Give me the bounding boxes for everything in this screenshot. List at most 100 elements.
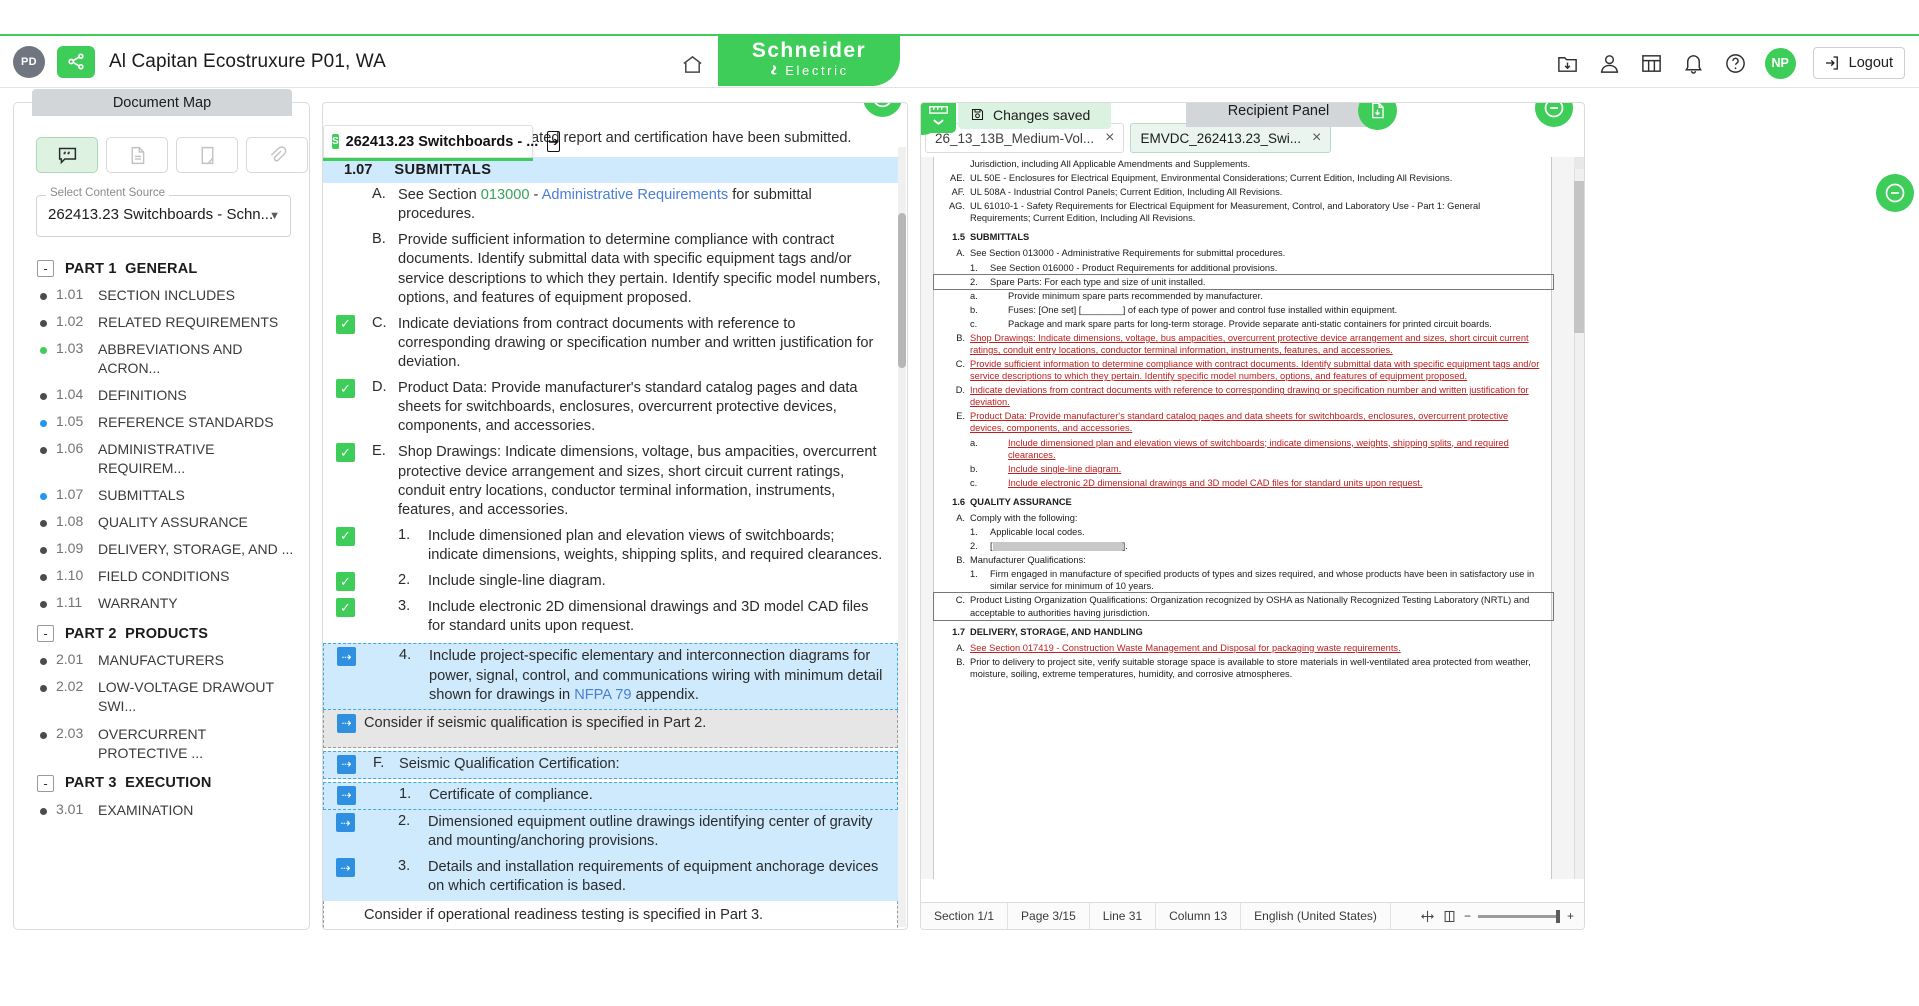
collapse-all-button[interactable] (1876, 174, 1914, 212)
donor-item2-0[interactable]: ⇢ F. Seismic Qualification Certification: (323, 750, 898, 779)
chevron-down-icon[interactable]: ▼ (269, 210, 280, 222)
transfer-icon[interactable]: ⇢ (337, 647, 356, 667)
recipient-line-7[interactable]: 2. Spare Parts: For each type and size of… (933, 273, 1554, 290)
sidebar-item-2-01[interactable]: 2.01 MANUFACTURERS (40, 648, 298, 673)
recipient-line-13[interactable]: D. Indicate deviations from contract docu… (934, 383, 1553, 409)
donor-item2-3[interactable]: ⇢ 3. Details and installation requirements… (323, 855, 898, 901)
transfer-icon[interactable]: ⇢ (337, 785, 356, 805)
close-icon[interactable]: × (1105, 130, 1114, 146)
recipient-panel-tab[interactable]: Recipient Panel (1186, 103, 1371, 127)
recipient-tab-1[interactable]: EMVDC_262413.23_Swi... × (1130, 123, 1332, 153)
collapse-toggle-icon[interactable]: - (37, 260, 54, 277)
recipient-line-19[interactable]: A. Comply with the following: (934, 511, 1553, 525)
recipient-line-17[interactable]: c. Include electronic 2D dimensional draw… (934, 476, 1553, 490)
download-folder-icon[interactable] (1555, 51, 1580, 76)
recipient-line-2[interactable]: AF. UL 508A - Industrial Control Panels; … (934, 185, 1553, 199)
fit-page-icon[interactable] (1420, 909, 1435, 924)
recipient-line-18[interactable]: 1.6 QUALITY ASSURANCE (934, 495, 1553, 509)
sidebar-item-1-01[interactable]: 1.01 SECTION INCLUDES (40, 283, 298, 308)
home-icon[interactable] (678, 50, 706, 78)
accepted-check-icon[interactable]: ✓ (336, 314, 355, 334)
transfer-arrow-icon[interactable]: ➔ (547, 131, 561, 152)
comment-icon[interactable] (36, 137, 98, 173)
tree-part-part-2[interactable]: - PART 2 PRODUCTS (37, 625, 298, 643)
recipient-line-1[interactable]: AE. UL 50E - Enclosures for Electrical Eq… (934, 171, 1553, 185)
recipient-line-24[interactable]: C. Product Listing Organization Qualifica… (933, 592, 1554, 621)
tab-document-map[interactable]: Document Map (32, 89, 292, 116)
transfer-icon[interactable]: ⇢ (336, 813, 355, 833)
accepted-check-icon[interactable]: ✓ (336, 526, 355, 546)
donor-item-6[interactable]: ✓ 2. Include single-line diagram. (323, 569, 898, 595)
donor-document-chip[interactable]: S 262413.23 Switchboards - ... ➔ (323, 125, 561, 158)
collapse-donor-button[interactable] (863, 103, 902, 117)
recipient-line-27[interactable]: B. Prior to delivery to project site, ver… (934, 655, 1553, 681)
collapse-toggle-icon[interactable]: - (37, 625, 54, 643)
donor-item-0[interactable]: A. See Section 013000 - Administrative Re… (323, 183, 898, 228)
recipient-document-view[interactable]: Jurisdiction, including All Applicable A… (921, 157, 1584, 879)
recipient-ruler-button[interactable] (921, 103, 956, 133)
accepted-check-icon[interactable]: ✓ (336, 379, 355, 399)
recipient-line-21[interactable]: 2. []. (934, 539, 1553, 553)
bell-icon[interactable] (1681, 51, 1706, 76)
project-network-icon[interactable] (57, 45, 95, 78)
requirements-link[interactable]: Administrative Requirements (542, 187, 729, 203)
recipient-page[interactable]: Jurisdiction, including All Applicable A… (933, 157, 1554, 879)
recipient-line-14[interactable]: E. Product Data: Provide manufacturer's s… (934, 409, 1553, 435)
donor-item-8[interactable]: ⇢ 4. Include project-specific elementary a… (323, 643, 898, 710)
recipient-scrollbar-thumb[interactable] (1574, 181, 1584, 333)
zoom-slider[interactable] (1477, 909, 1560, 923)
close-icon[interactable]: × (1312, 130, 1321, 146)
sidebar-item-1-10[interactable]: 1.10 FIELD CONDITIONS (40, 564, 298, 589)
recipient-line-25[interactable]: 1.7 DELIVERY, STORAGE, AND HANDLING (934, 625, 1553, 639)
sidebar-item-2-03[interactable]: 2.03 OVERCURRENT PROTECTIVE ... (40, 722, 298, 766)
tree-part-part-3[interactable]: - PART 3 EXECUTION (37, 774, 298, 792)
donor-item-4[interactable]: ✓ E. Shop Drawings: Indicate dimensions, v… (323, 440, 898, 523)
recipient-line-6[interactable]: 1. See Section 016000 - Product Requireme… (934, 261, 1553, 275)
accepted-check-icon[interactable]: ✓ (336, 598, 355, 618)
donor-item-3[interactable]: ✓ D. Product Data: Provide manufacturer's … (323, 376, 898, 440)
donor-document-body[interactable]: complete and associated report and certi… (323, 125, 907, 929)
recipient-line-16[interactable]: b. Include single-line diagram. (934, 462, 1553, 476)
donor-scrollbar-thumb[interactable] (898, 213, 906, 368)
fit-width-icon[interactable] (1442, 909, 1457, 924)
donor-note-0[interactable]: ⇢ Consider if seismic qualification is sp… (323, 709, 898, 748)
sidebar-item-1-08[interactable]: 1.08 QUALITY ASSURANCE (40, 510, 298, 535)
recipient-line-15[interactable]: a. Include dimensioned plan and elevation… (934, 436, 1553, 462)
recipient-line-20[interactable]: 1. Applicable local codes. (934, 525, 1553, 539)
donor-item2-2[interactable]: ⇢ 2. Dimensioned equipment outline drawing… (323, 810, 898, 856)
recipient-line-4[interactable]: 1.5 SUBMITTALS (934, 230, 1553, 244)
donor-item-1[interactable]: B. Provide sufficient information to dete… (323, 228, 898, 311)
recipient-line-26[interactable]: A. See Section 017419 - Construction Wast… (934, 641, 1553, 655)
accepted-check-icon[interactable]: ✓ (336, 572, 355, 592)
zoom-in-button[interactable]: + (1567, 909, 1574, 923)
sidebar-item-1-05[interactable]: 1.05 REFERENCE STANDARDS (40, 410, 298, 435)
content-source-select[interactable]: Select Content Source 262413.23 Switchbo… (36, 187, 291, 237)
tree-part-part-1[interactable]: - PART 1 GENERAL (37, 260, 298, 277)
logout-button[interactable]: Logout (1812, 47, 1905, 79)
donor-item-2[interactable]: ✓ C. Indicate deviations from contract doc… (323, 312, 898, 376)
sidebar-item-1-04[interactable]: 1.04 DEFINITIONS (40, 383, 298, 408)
donor-note2-0[interactable]: Consider if operational readiness testin… (323, 900, 898, 929)
recipient-line-10[interactable]: c. Package and mark spare parts for long-… (934, 317, 1553, 331)
sidebar-item-3-01[interactable]: 3.01 EXAMINATION (40, 798, 298, 823)
sidebar-item-1-02[interactable]: 1.02 RELATED REQUIREMENTS (40, 310, 298, 335)
sidebar-item-1-07[interactable]: 1.07 SUBMITTALS (40, 483, 298, 508)
sidebar-item-1-06[interactable]: 1.06 ADMINISTRATIVE REQUIREM... (40, 437, 298, 481)
section-link[interactable]: 013000 (481, 187, 530, 203)
recipient-line-8[interactable]: a. Provide minimum spare parts recommende… (934, 289, 1553, 303)
donor-item-5[interactable]: ✓ 1. Include dimensioned plan and elevatio… (323, 524, 898, 569)
sidebar-item-1-03[interactable]: 1.03 ABBREVIATIONS AND ACRON... (40, 337, 298, 381)
section-header-1-07[interactable]: 1.07 SUBMITTALS (323, 157, 898, 184)
account-icon[interactable] (1597, 51, 1622, 76)
recipient-line-23[interactable]: 1. Firm engaged in manufacture of specifi… (934, 567, 1553, 593)
document-icon[interactable] (106, 137, 168, 173)
recipient-line-11[interactable]: B. Shop Drawings: Indicate dimensions, vo… (934, 331, 1553, 357)
recipient-line-9[interactable]: b. Fuses: [One set] [________] of each ty… (934, 303, 1553, 317)
sidebar-item-1-09[interactable]: 1.09 DELIVERY, STORAGE, AND ... (40, 537, 298, 562)
accepted-check-icon[interactable]: ✓ (336, 443, 355, 463)
sidebar-item-2-02[interactable]: 2.02 LOW-VOLTAGE DRAWOUT SWI... (40, 675, 298, 719)
donor-item-7[interactable]: ✓ 3. Include electronic 2D dimensional dra… (323, 595, 898, 640)
donor-item2-1[interactable]: ⇢ 1. Certificate of compliance. (323, 781, 898, 811)
page-icon[interactable] (176, 137, 238, 173)
recipient-line-5[interactable]: A. See Section 013000 - Administrative Re… (934, 246, 1553, 260)
